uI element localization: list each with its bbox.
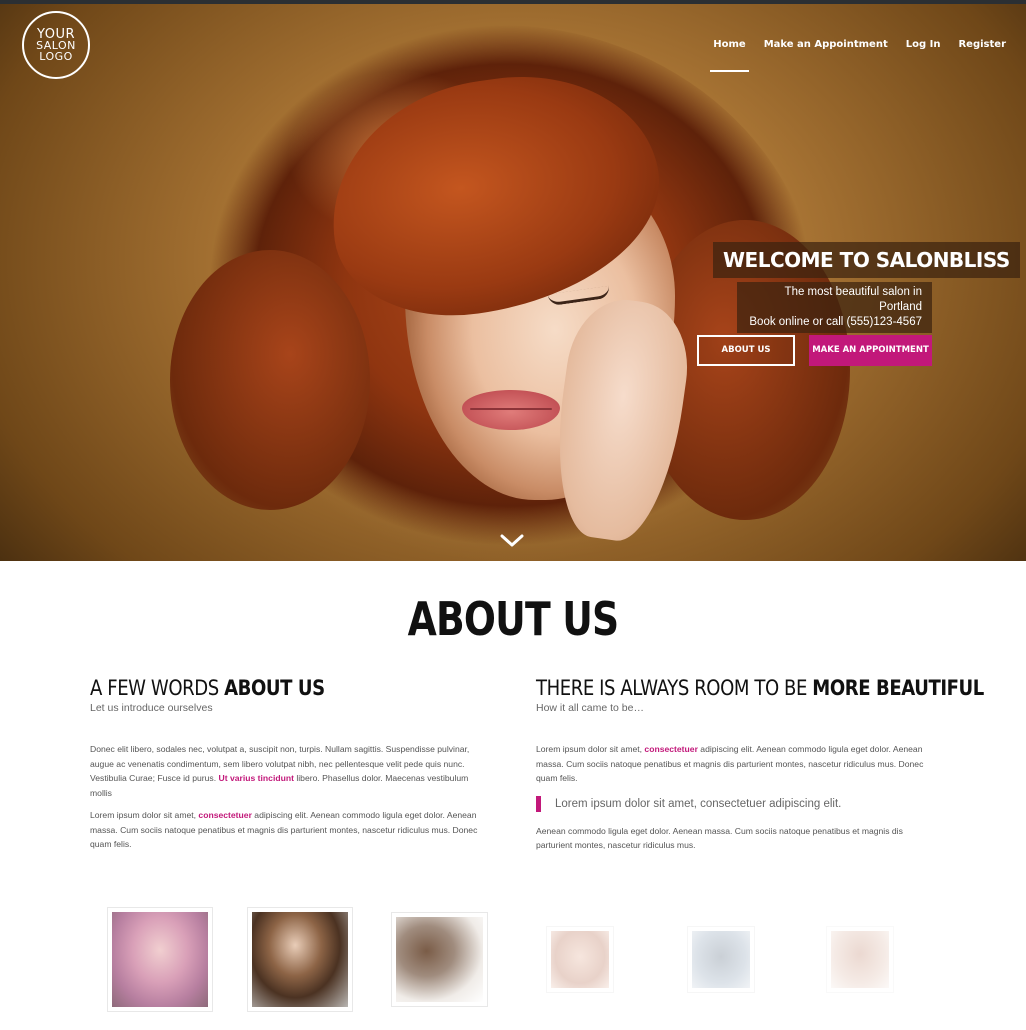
gallery-thumb-5[interactable] bbox=[687, 926, 755, 993]
about-section-title: ABOUT US bbox=[407, 592, 620, 646]
gallery-image-4 bbox=[551, 931, 609, 988]
left-heading-normal: A FEW WORDS bbox=[90, 676, 225, 700]
gallery-image-5 bbox=[692, 931, 750, 988]
salon-logo[interactable]: YOUR SALON LOGO bbox=[22, 11, 90, 79]
left-paragraph-1: Donec elit libero, sodales nec, volutpat… bbox=[90, 742, 490, 800]
hero-title: WELCOME TO SALONBLISS bbox=[713, 242, 1020, 278]
right-heading-bold: MORE BEAUTIFUL bbox=[812, 676, 984, 700]
blockquote: Lorem ipsum dolor sit amet, consectetuer… bbox=[536, 795, 936, 812]
left-p1-link[interactable]: Ut varius tincidunt bbox=[219, 773, 294, 783]
chevron-down-icon[interactable] bbox=[499, 532, 525, 550]
right-subtitle: How it all came to be… bbox=[536, 702, 644, 714]
gallery-thumb-2[interactable] bbox=[247, 907, 353, 1012]
nav-home[interactable]: Home bbox=[710, 39, 750, 72]
right-p1-text-a: Lorem ipsum dolor sit amet, bbox=[536, 744, 645, 754]
left-heading: A FEW WORDS ABOUT US bbox=[90, 676, 434, 700]
gallery-image-1 bbox=[112, 912, 208, 1007]
hero-photo-hair-left bbox=[170, 250, 370, 510]
gallery-thumb-3[interactable] bbox=[391, 912, 488, 1007]
gallery-thumb-4[interactable] bbox=[546, 926, 614, 993]
nav-register[interactable]: Register bbox=[958, 39, 1006, 72]
hero-tagline-line-1: The most beautiful salon in Portland bbox=[784, 286, 922, 313]
gallery-image-6 bbox=[831, 931, 889, 988]
hero-banner: YOUR SALON LOGO Home Make an Appointment… bbox=[0, 0, 1026, 561]
gallery-image-3 bbox=[396, 917, 483, 1002]
main-nav: Home Make an Appointment Log In Register bbox=[710, 39, 1006, 72]
nav-log-in[interactable]: Log In bbox=[906, 39, 941, 72]
logo-line-3: LOGO bbox=[39, 49, 73, 63]
right-heading-normal: THERE IS ALWAYS ROOM TO BE bbox=[536, 676, 813, 700]
right-heading: THERE IS ALWAYS ROOM TO BE MORE BEAUTIFU… bbox=[536, 676, 984, 700]
right-p1-link[interactable]: consectetuer bbox=[644, 744, 698, 754]
hero-tagline: The most beautiful salon in Portland Boo… bbox=[737, 282, 932, 333]
gallery-image-2 bbox=[252, 912, 348, 1007]
left-p2-text-a: Lorem ipsum dolor sit amet, bbox=[90, 810, 199, 820]
right-paragraph-1: Lorem ipsum dolor sit amet, consectetuer… bbox=[536, 742, 936, 786]
gallery-thumb-6[interactable] bbox=[826, 926, 894, 993]
left-p2-link[interactable]: consectetuer bbox=[198, 810, 252, 820]
logo-line-1: YOUR bbox=[36, 26, 75, 42]
left-subtitle: Let us introduce ourselves bbox=[90, 702, 213, 714]
hero-tagline-line-2: Book online or call (555)123-4567 bbox=[749, 316, 922, 328]
about-column-left: A FEW WORDS ABOUT US Let us introduce ou… bbox=[90, 676, 490, 852]
left-heading-bold: ABOUT US bbox=[224, 676, 325, 700]
gallery-thumb-1[interactable] bbox=[107, 907, 213, 1012]
make-appointment-button[interactable]: MAKE AN APPOINTMENT bbox=[809, 335, 932, 366]
top-bar bbox=[0, 0, 1026, 4]
nav-make-appointment[interactable]: Make an Appointment bbox=[764, 39, 888, 72]
right-paragraph-2: Aenean commodo ligula eget dolor. Aenean… bbox=[536, 825, 903, 851]
about-us-button[interactable]: ABOUT US bbox=[697, 335, 795, 366]
left-paragraph-2: Lorem ipsum dolor sit amet, consectetuer… bbox=[90, 808, 490, 852]
about-column-right: THERE IS ALWAYS ROOM TO BE MORE BEAUTIFU… bbox=[536, 676, 984, 853]
logo-line-2: SALON bbox=[36, 38, 76, 52]
